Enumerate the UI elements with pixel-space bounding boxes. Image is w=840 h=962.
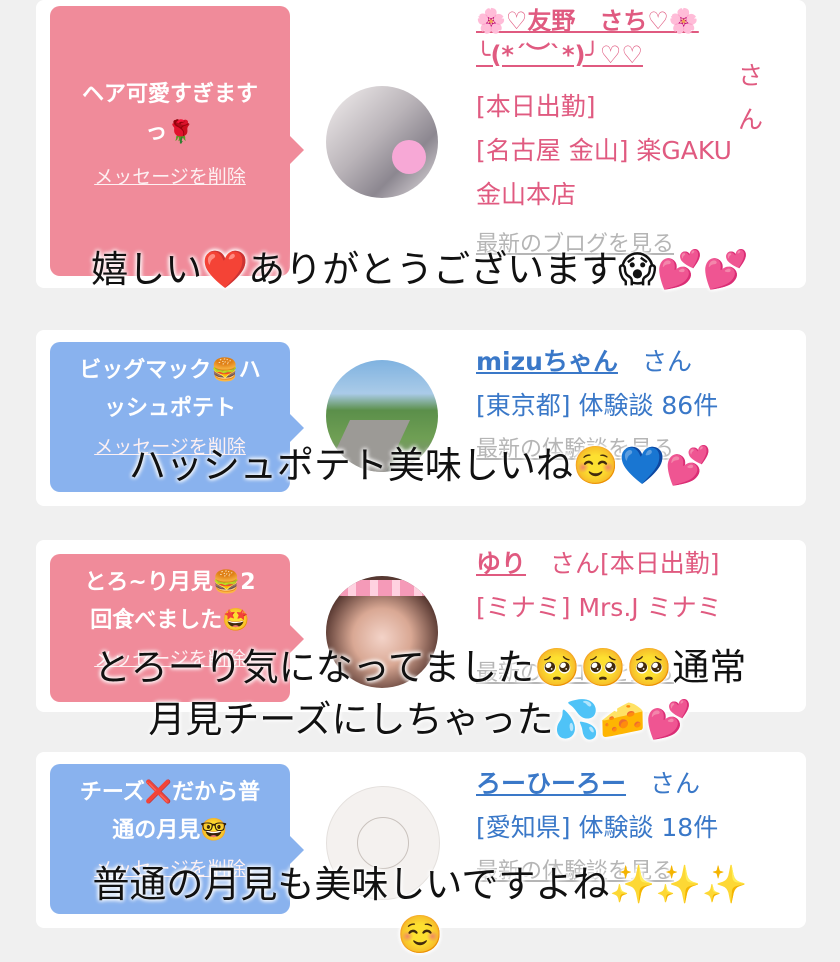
message-text: ヘア可愛すぎます っ🌹 (81, 82, 258, 145)
info-line: [ミナミ] Mrs.J ミナミ (476, 593, 722, 622)
honorific: さん (650, 769, 701, 798)
message-bubble: ヘア可愛すぎます っ🌹 メッセージを削除 (50, 6, 304, 276)
info-line: [愛知県] 体験談 18件 (476, 813, 719, 842)
honorific: さん[本日出勤] (550, 549, 720, 578)
heart-sticker (392, 140, 426, 174)
flower-crown (334, 580, 430, 596)
info-line: [名古屋 金山] 楽GAKU (476, 136, 732, 165)
sender-info: 🌸♡友野 さち♡🌸 ╰(*´︶`*)╯♡♡ さん [本日出勤] [名古屋 金山] … (476, 4, 763, 267)
message-text: ビッグマック🍔ハ ッシュポテト (79, 358, 261, 421)
sender-name[interactable]: ゆり (476, 549, 526, 578)
avatar[interactable] (326, 86, 438, 198)
overlay-caption-4: 普通の月見も美味しいですよね✨✨✨ ☺️ (92, 863, 748, 956)
sender-name[interactable]: 🌸♡友野 さち♡🌸 ╰(*´︶`*)╯♡♡ (476, 4, 699, 72)
honorific: さん (738, 61, 764, 134)
overlay-caption-3: とろーり気になってました🥺🥺🥺通常 月見チーズにしちゃった💦🧀💕 (93, 646, 747, 741)
info-line: [本日出勤] (476, 92, 596, 121)
overlay-caption-1: 嬉しい❤️ありがとうございます😱💕💕 (91, 248, 749, 291)
message-text: とろ~り月見🍔2 回食べました🤩 (84, 570, 256, 633)
honorific: さん (641, 347, 692, 376)
info-line: [東京都] 体験談 86件 (476, 391, 719, 420)
sender-name[interactable]: ろーひーろー (476, 769, 626, 798)
info-line: 金山本店 (476, 180, 577, 209)
overlay-caption-2: ハッシュポテト美味しいね☺️💙💕 (128, 444, 712, 487)
sender-name[interactable]: mizuちゃん (476, 347, 618, 376)
message-text: チーズ❌だから普 通の月見🤓 (79, 780, 261, 843)
delete-message-link[interactable]: メッセージを削除 (60, 164, 280, 190)
